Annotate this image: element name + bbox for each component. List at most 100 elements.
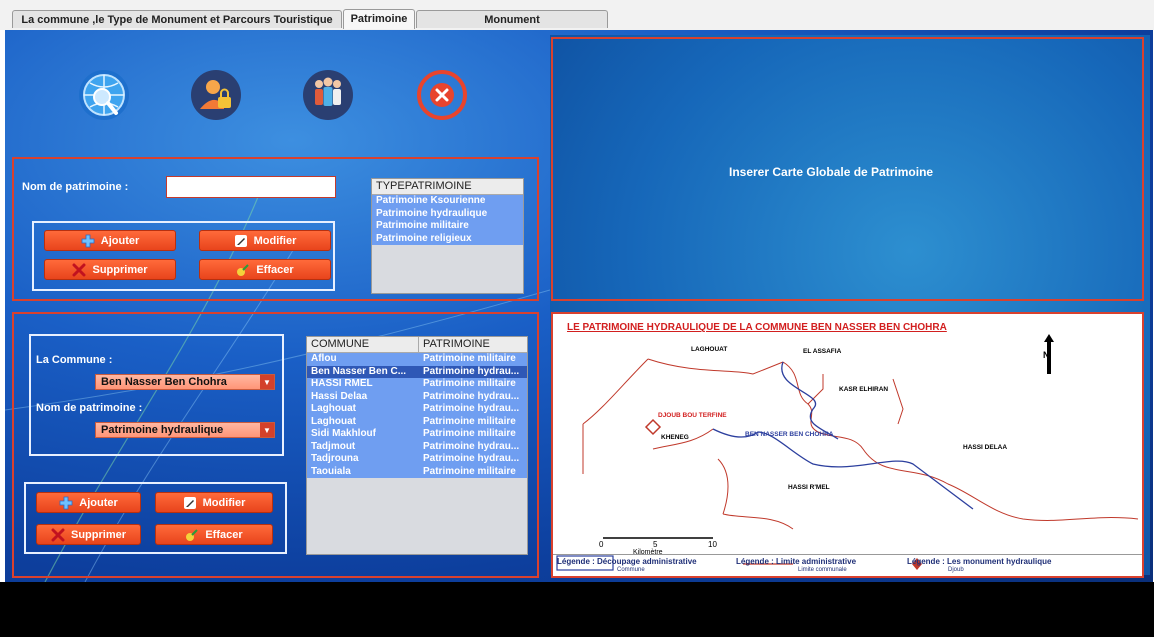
map-place-label: DJOUB BOU TERFINE [658, 412, 727, 419]
table-row[interactable]: Sidi Makhlouf Patrimoine militaire [307, 428, 527, 441]
table-row[interactable]: Hassi Delaa Patrimoine hydrau... [307, 390, 527, 403]
delete-icon [51, 528, 65, 541]
table-row[interactable]: Ben Nasser Ben C... Patrimoine hydrau... [307, 365, 527, 378]
legend-title-monument: Légende : Les monument hydraulique [907, 557, 1052, 566]
map-place-label: HASSI R'MEL [788, 484, 830, 491]
ajouter-label: Ajouter [79, 496, 118, 509]
button-group-bottom: Ajouter Modifier Supprimer Effacer [24, 482, 287, 554]
ajouter-button[interactable]: Ajouter [44, 230, 176, 251]
column-header-commune[interactable]: COMMUNE [307, 337, 419, 352]
tab-commune-type-monument[interactable]: La commune ,le Type de Monument et Parco… [12, 10, 342, 28]
table-header: COMMUNE PATRIMOINE [307, 337, 527, 353]
ajouter-label: Ajouter [100, 234, 140, 247]
commune-cell: Taouiala [311, 465, 351, 477]
table-row[interactable]: Tadjrouna Patrimoine hydrau... [307, 453, 527, 466]
patrimoine-cell: Patrimoine militaire [423, 415, 516, 427]
table-row[interactable]: Taouiala Patrimoine militaire [307, 465, 527, 478]
edit-icon [234, 234, 247, 247]
commune-cell: Tadjrouna [311, 453, 359, 464]
type-patrimoine-item: Patrimoine religieux [376, 232, 472, 244]
globe-search-icon[interactable] [79, 70, 129, 120]
type-patrimoine-list[interactable]: TYPEPATRIMOINE Patrimoine Ksourienne Patr… [371, 178, 524, 294]
ajouter-button-2[interactable]: Ajouter [36, 492, 141, 513]
column-header-patrimoine[interactable]: PATRIMOINE [419, 337, 527, 352]
carte-globale-panel: Inserer Carte Globale de Patrimoine [551, 37, 1144, 301]
commune-cell: Tadjmout [311, 440, 356, 452]
map-place-label: KASR ELHIRAN [839, 386, 889, 393]
legend-item-djoub: Djoub [948, 567, 964, 573]
patrimoine-panel: Nom de patrimoine : Ajouter Modifier Sup… [5, 30, 1153, 582]
selection-group: La Commune : Ben Nasser Ben Chohra ▼ Nom… [29, 334, 284, 456]
commune-boundary-blue [781, 361, 839, 440]
list-item[interactable]: Patrimoine religieux [372, 232, 523, 245]
commune-patrimoine-panel: La Commune : Ben Nasser Ben Chohra ▼ Nom… [12, 312, 539, 578]
djoub-marker [644, 418, 662, 436]
patrimoine-select[interactable]: Patrimoine hydraulique ▼ [95, 422, 275, 438]
table-row[interactable]: Laghouat Patrimoine hydrau... [307, 403, 527, 416]
supprimer-label: Supprimer [92, 263, 148, 276]
commune-cell: Aflou [311, 353, 337, 364]
effacer-label: Effacer [256, 263, 294, 276]
close-icon[interactable] [415, 68, 469, 122]
table-row[interactable]: Tadjmout Patrimoine hydrau... [307, 440, 527, 453]
legend-divider [553, 554, 1142, 555]
supprimer-button-2[interactable]: Supprimer [36, 524, 141, 545]
list-item[interactable]: Patrimoine Ksourienne [372, 195, 523, 208]
commune-patrimoine-table[interactable]: COMMUNE PATRIMOINE Aflou Patrimoine milit… [306, 336, 528, 555]
delete-icon [72, 263, 86, 276]
patrimoine-cell: Patrimoine militaire [423, 378, 516, 389]
edit-icon [183, 496, 196, 509]
map-place-label: LAGHOUAT [691, 346, 728, 353]
nom-patrimoine-label: Nom de patrimoine : [22, 181, 129, 193]
commune-boundary-blue [712, 428, 974, 510]
type-patrimoine-item: Patrimoine Ksourienne [376, 195, 486, 206]
table-row[interactable]: HASSI RMEL Patrimoine militaire [307, 378, 527, 391]
map-place-label: HASSI DELAA [963, 444, 1008, 451]
commune-cell: Ben Nasser Ben C... [311, 365, 407, 377]
commune-cell: HASSI RMEL [311, 378, 373, 389]
legend-item-limite: Limite communale [798, 567, 847, 573]
modifier-button[interactable]: Modifier [199, 230, 331, 251]
modifier-label: Modifier [253, 234, 297, 247]
effacer-button[interactable]: Effacer [199, 259, 331, 280]
map-patrimoine-hydraulique: LE PATRIMOINE HYDRAULIQUE DE LA COMMUNE … [551, 312, 1144, 578]
tab-monument[interactable]: Monument [416, 10, 608, 28]
commune-cell: Sidi Makhlouf [311, 428, 376, 439]
effacer-button-2[interactable]: Effacer [155, 524, 273, 545]
map-place-label: EL ASSAFIA [803, 348, 842, 355]
type-patrimoine-header-label: TYPEPATRIMOINE [376, 180, 472, 192]
table-row[interactable]: Aflou Patrimoine militaire [307, 353, 527, 366]
group-users-icon[interactable] [303, 70, 353, 120]
user-lock-icon[interactable] [191, 70, 241, 120]
list-item[interactable]: Patrimoine hydraulique [372, 207, 523, 220]
patrimoine-type-panel: Nom de patrimoine : Ajouter Modifier Sup… [12, 157, 539, 301]
patrimoine-cell: Patrimoine hydrau... [423, 440, 520, 452]
add-icon [81, 234, 95, 247]
table-row[interactable]: Laghouat Patrimoine militaire [307, 415, 527, 428]
commune-label: La Commune : [36, 354, 113, 366]
list-item[interactable]: Patrimoine militaire [372, 220, 523, 233]
chevron-down-icon[interactable]: ▼ [260, 423, 274, 437]
scale-tick-0: 0 [599, 540, 604, 549]
supprimer-button[interactable]: Supprimer [44, 259, 176, 280]
scale-tick-10: 10 [708, 540, 717, 549]
legend-title-limite: Légende : Limite administrative [736, 557, 857, 566]
limite-communale [782, 361, 1139, 521]
type-patrimoine-header[interactable]: TYPEPATRIMOINE [372, 179, 523, 195]
chevron-down-icon[interactable]: ▼ [260, 375, 274, 389]
legend-title-decoupage: Légende : Découpage administrative [557, 557, 697, 566]
commune-select[interactable]: Ben Nasser Ben Chohra ▼ [95, 374, 275, 390]
commune-select-value: Ben Nasser Ben Chohra [101, 376, 227, 388]
nom-patrimoine-input[interactable] [166, 176, 336, 198]
patrimoine-cell: Patrimoine hydrau... [423, 403, 520, 414]
clear-icon [237, 263, 250, 276]
commune-boundary [717, 458, 794, 530]
button-group-top: Ajouter Modifier Supprimer Effacer [32, 221, 335, 291]
effacer-label: Effacer [205, 528, 243, 541]
carte-globale-placeholder: Inserer Carte Globale de Patrimoine [729, 165, 934, 179]
commune-cell: Laghouat [311, 403, 356, 414]
tab-patrimoine[interactable]: Patrimoine [343, 9, 415, 29]
map-drawing [556, 334, 1139, 571]
map-place-label: BEN NASSER BEN CHOHRA [745, 431, 834, 438]
modifier-button-2[interactable]: Modifier [155, 492, 273, 513]
